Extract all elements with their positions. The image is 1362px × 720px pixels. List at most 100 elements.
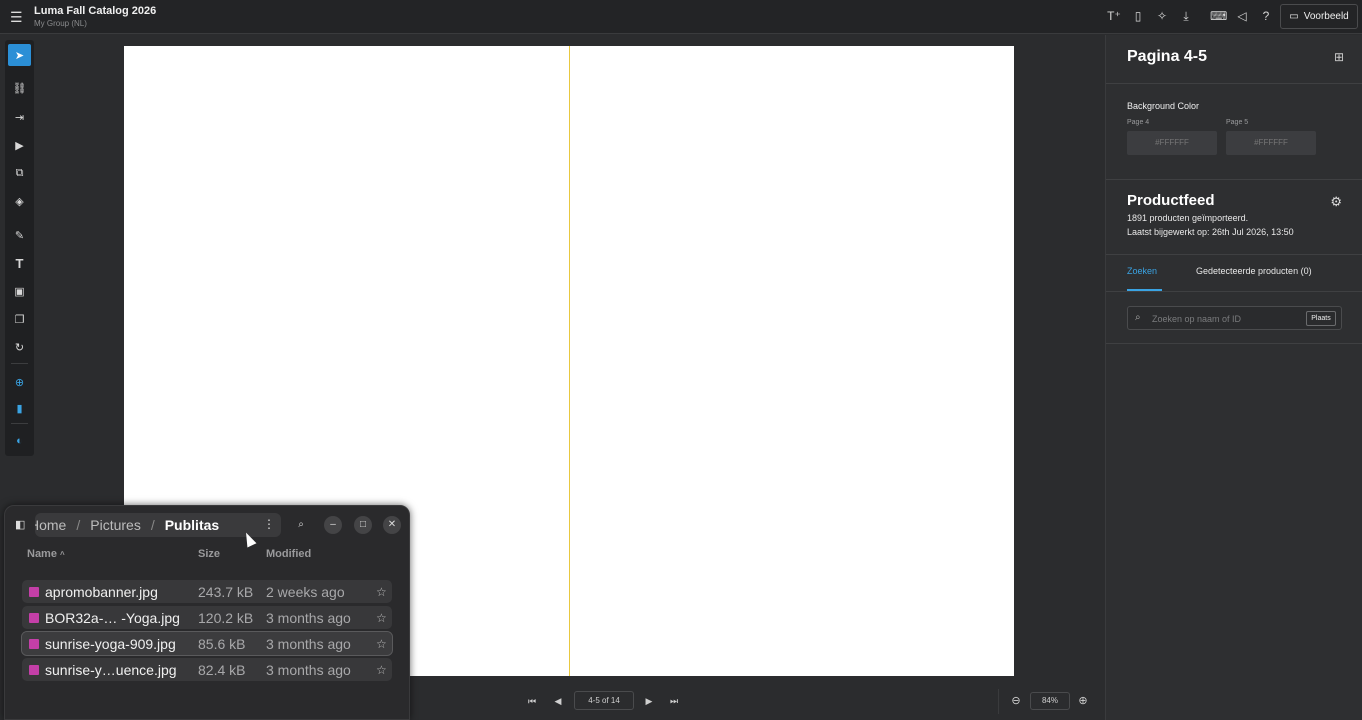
panel-divider — [1106, 291, 1362, 292]
help-icon[interactable]: ? — [1258, 8, 1274, 24]
previous-page-icon[interactable]: ◀ — [551, 694, 565, 708]
last-updated-text: Laatst bijgewerkt op: 26th Jul 2026, 13:… — [1127, 227, 1294, 237]
top-bar: ☰ Luma Fall Catalog 2026 My Group (NL) T… — [0, 0, 1362, 34]
star-icon[interactable]: ☆ — [376, 663, 387, 677]
layers-tool-icon[interactable]: ❐ — [8, 308, 31, 330]
document-icon[interactable]: ▯ — [1130, 8, 1146, 24]
toolbar-divider — [11, 363, 28, 364]
star-icon[interactable]: ☆ — [376, 585, 387, 599]
panel-divider — [1106, 254, 1362, 255]
text-tool-icon[interactable]: T — [8, 252, 31, 274]
select-tool-icon[interactable]: ➤ — [8, 44, 31, 66]
page5-color-input[interactable] — [1226, 131, 1316, 155]
breadcrumb-home[interactable]: Home — [35, 517, 66, 533]
file-modified: 3 months ago — [266, 609, 351, 626]
page-indicator[interactable]: 4-5 of 14 — [574, 691, 634, 710]
breadcrumb-pictures[interactable]: Pictures — [90, 517, 141, 533]
link-tool-icon[interactable]: ⛓ — [8, 77, 31, 99]
search-icon: ⌕ — [1135, 312, 1141, 323]
panel-divider — [1106, 343, 1362, 344]
column-modified[interactable]: Modified — [266, 548, 311, 560]
file-size: 243.7 kB — [198, 583, 254, 600]
preview-button[interactable]: ▭ Voorbeeld — [1280, 4, 1358, 29]
zoom-in-icon[interactable]: ⊕ — [1076, 694, 1090, 708]
first-page-icon[interactable]: ⏮ — [525, 694, 539, 708]
column-size[interactable]: Size — [198, 548, 220, 560]
keyboard-icon[interactable]: ⌨ — [1210, 8, 1227, 24]
left-toolbar: ➤ ⛓ ⇥ ▶ ⧉ ◈ ✎ T ▣ ❐ ↻ ⊕ ▮ ◐ — [5, 40, 34, 456]
panel-divider — [1106, 83, 1362, 84]
page5-label: Page 5 — [1226, 119, 1249, 126]
close-icon[interactable]: ✕ — [383, 516, 401, 534]
image-file-icon — [29, 664, 39, 675]
zoom-level[interactable]: 84% — [1030, 692, 1070, 710]
page-link-tool-icon[interactable]: ⇥ — [8, 106, 31, 128]
monitor-icon: ▭ — [1289, 11, 1299, 22]
file-size: 82.4 kB — [198, 661, 246, 678]
page4-label: Page 4 — [1127, 119, 1150, 126]
file-row[interactable]: sunrise-yoga-909.jpg 85.6 kB 3 months ag… — [21, 631, 393, 656]
file-modified: 3 months ago — [266, 661, 351, 678]
image-tool-icon[interactable]: ▣ — [8, 280, 31, 302]
file-manager-window: ◧ Home/Pictures/Publitas ⋮ ⌕ – □ ✕ Name … — [4, 505, 410, 720]
document-title: Luma Fall Catalog 2026 — [34, 5, 157, 17]
zoom-divider — [998, 689, 999, 714]
page-spine — [569, 46, 570, 676]
text-plus-icon[interactable]: T⁺ — [1106, 8, 1122, 24]
download-icon[interactable]: ⤓ — [1178, 8, 1194, 24]
star-icon[interactable]: ☆ — [376, 637, 387, 651]
add-circle-icon[interactable]: ⊕ — [8, 371, 31, 393]
background-color-label: Background Color — [1127, 101, 1200, 111]
file-name: sunrise-y…uence.jpg — [45, 661, 177, 678]
maximize-icon[interactable]: □ — [354, 516, 372, 534]
palette-icon[interactable]: ◐ — [8, 430, 31, 452]
megaphone-icon[interactable]: ◁ — [1234, 8, 1250, 24]
file-row[interactable]: sunrise-y…uence.jpg 82.4 kB 3 months ago… — [22, 658, 392, 681]
hamburger-menu-icon[interactable]: ☰ — [10, 9, 26, 25]
sort-up-icon: ^ — [60, 550, 65, 559]
tab-detected-products[interactable]: Gedetecteerde producten (0) — [1196, 266, 1312, 276]
pen-tool-icon[interactable]: ✎ — [8, 224, 31, 246]
file-row[interactable]: BOR32a-… -Yoga.jpg 120.2 kB 3 months ago… — [22, 606, 392, 629]
product-search-box: ⌕ Plaats — [1127, 306, 1342, 330]
tab-search[interactable]: Zoeken — [1127, 266, 1157, 276]
last-page-icon[interactable]: ⏭ — [667, 694, 681, 708]
image-file-icon — [29, 612, 39, 623]
comment-icon[interactable]: ▮ — [8, 397, 31, 419]
minimize-icon[interactable]: – — [324, 516, 342, 534]
column-name-label: Name — [27, 548, 57, 560]
magic-wand-icon[interactable]: ✧ — [1154, 8, 1170, 24]
zoom-out-icon[interactable]: ⊖ — [1009, 694, 1023, 708]
productfeed-title: Productfeed — [1127, 192, 1215, 209]
tag-tool-icon[interactable]: ◈ — [8, 190, 31, 212]
more-options-icon[interactable]: ⋮ — [263, 517, 275, 531]
breadcrumb-publitas[interactable]: Publitas — [165, 517, 219, 533]
file-row[interactable]: apromobanner.jpg 243.7 kB 2 weeks ago ☆ — [22, 580, 392, 603]
file-modified: 3 months ago — [266, 635, 351, 652]
refresh-tool-icon[interactable]: ↻ — [8, 336, 31, 358]
product-search-input[interactable] — [1152, 311, 1302, 326]
properties-panel: Pagina 4-5 ⊞ Background Color Page 4 Pag… — [1105, 35, 1362, 720]
image-file-icon — [29, 638, 39, 649]
image-file-icon — [29, 586, 39, 597]
next-page-icon[interactable]: ▶ — [642, 694, 656, 708]
layout-icon[interactable]: ⊞ — [1334, 50, 1344, 64]
star-icon[interactable]: ☆ — [376, 611, 387, 625]
column-name[interactable]: Name ^ — [27, 548, 65, 560]
gear-icon[interactable]: ⚙ — [1330, 194, 1342, 210]
group-name: My Group (NL) — [34, 19, 87, 28]
top-toolbar: T⁺ ▯ ✧ ⤓ ⌨ ◁ ? — [1106, 8, 1274, 24]
place-button[interactable]: Plaats — [1306, 311, 1336, 326]
search-files-icon[interactable]: ⌕ — [292, 516, 310, 534]
products-imported-text: 1891 producten geïmporteerd. — [1127, 213, 1249, 223]
file-size: 120.2 kB — [198, 609, 254, 626]
page4-color-input[interactable] — [1127, 131, 1217, 155]
embed-tool-icon[interactable]: ⧉ — [8, 162, 31, 184]
video-tool-icon[interactable]: ▶ — [8, 134, 31, 156]
page-navigation: ⏮ ◀ 4-5 of 14 ▶ ⏭ ⊖ 84% ⊕ — [410, 689, 1100, 714]
sidebar-toggle-icon[interactable]: ◧ — [15, 518, 29, 532]
panel-title: Pagina 4-5 — [1127, 48, 1208, 65]
file-manager-header: ◧ Home/Pictures/Publitas ⋮ ⌕ – □ ✕ — [5, 506, 409, 544]
file-name: sunrise-yoga-909.jpg — [45, 635, 176, 652]
toolbar-divider — [11, 423, 28, 424]
